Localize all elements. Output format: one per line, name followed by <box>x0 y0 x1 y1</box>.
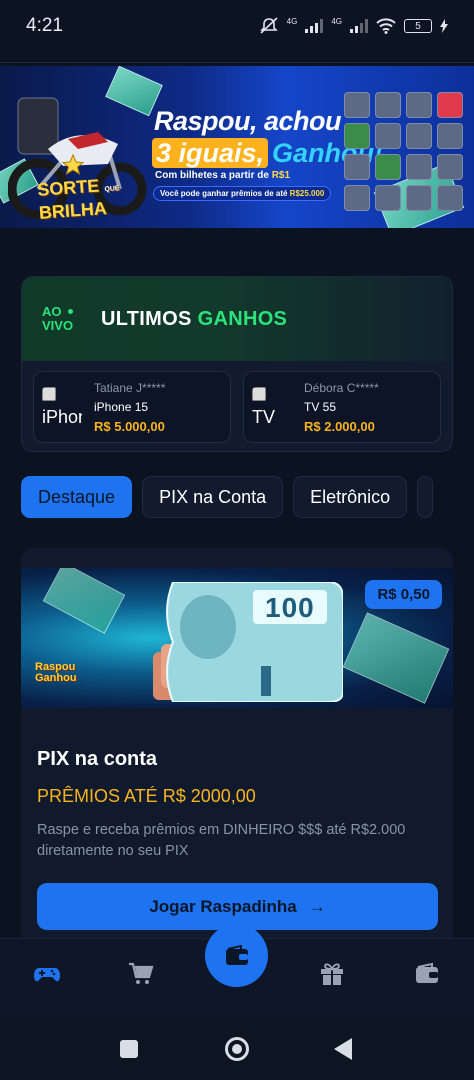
subtitle-prefix: Com bilhetes a partir de <box>155 170 272 181</box>
live-dot-icon <box>68 309 73 314</box>
tab-destaque[interactable]: Destaque <box>21 476 133 518</box>
winner-card: TV Débora C***** TV 55 R$ 2.000,00 <box>243 371 441 443</box>
raspou-ganhou-logo: Raspou Ganhou <box>35 662 77 684</box>
product-prize: PRÊMIOS ATÉ R$ 2000,00 <box>37 786 256 806</box>
winner-name: Tatiane J***** <box>94 380 166 395</box>
money-note-decoration <box>42 568 126 634</box>
winner-product: TV 55 <box>304 399 337 414</box>
category-tabs: Destaque PIX na Conta Eletrônico <box>21 476 434 518</box>
tab-eletronico[interactable]: Eletrônico <box>293 476 408 518</box>
muted-bell-icon <box>259 17 278 34</box>
winners-header: AO VIVO ULTIMOS GANHOS <box>22 277 452 361</box>
product-banner-image: 100 Raspou Ganhou R$ 0,50 <box>21 568 453 708</box>
recent-winners-panel: AO VIVO ULTIMOSGANHOS iPhone Tatiane J**… <box>21 276 453 452</box>
system-navigation-bar <box>0 1018 474 1080</box>
header-divider <box>0 62 474 63</box>
winner-value: R$ 5.000,00 <box>94 418 165 434</box>
live-line-2: VIVO <box>42 318 74 333</box>
battery-icon: 5 <box>404 19 432 33</box>
wifi-icon <box>376 18 396 34</box>
signal-icon-2 <box>350 19 368 33</box>
product-image-alt: TV <box>252 407 276 427</box>
bill-value-text: 100 <box>265 592 315 623</box>
product-image: TV <box>252 387 292 427</box>
banner-highlight: 3 iguais, <box>152 138 269 168</box>
wallet-icon <box>225 944 248 965</box>
product-image-alt: iPhone <box>42 407 82 427</box>
price-badge: R$ 0,50 <box>365 580 442 609</box>
play-scratch-button[interactable]: Jogar Raspadinha → <box>37 883 438 930</box>
product-description: Raspe e receba prêmios em DINHEIRO $$$ a… <box>37 822 406 859</box>
status-time: 4:21 <box>26 15 63 36</box>
pill-value: R$25.000 <box>289 189 325 198</box>
brand-line-2: Ganhou <box>35 672 77 684</box>
winner-value: R$ 2.000,00 <box>304 418 375 434</box>
winner-name: Débora C***** <box>304 380 379 395</box>
gift-icon[interactable] <box>319 961 345 987</box>
logo-line-1: SORTE <box>36 175 100 200</box>
broken-image-icon <box>42 387 56 401</box>
cart-icon[interactable] <box>128 961 154 987</box>
logo-small: QUE <box>104 185 120 194</box>
status-bar: 4:21 4G 4G 5 <box>0 0 474 52</box>
star-icon <box>62 154 84 176</box>
tab-pix-na-conta[interactable]: PIX na Conta <box>142 476 284 518</box>
banner-title: Raspou, achou <box>154 106 342 136</box>
sorte-brilha-logo: SORTE QUE BRILHA <box>36 175 122 223</box>
home-button[interactable] <box>225 1037 249 1061</box>
logo-line-2: BRILHA <box>38 198 108 223</box>
winners-title-highlight: GANHOS <box>197 307 288 330</box>
money-note-decoration <box>342 612 450 704</box>
winner-product: iPhone 15 <box>94 399 149 414</box>
broken-image-icon <box>252 387 266 401</box>
winner-info: Débora C***** TV 55 R$ 2.000,00 <box>304 381 379 434</box>
live-indicator: AO VIVO <box>42 305 82 333</box>
back-button[interactable] <box>334 1038 352 1060</box>
winners-list: iPhone Tatiane J***** iPhone 15 R$ 5.000… <box>22 361 452 451</box>
wallet-icon[interactable] <box>414 961 440 987</box>
product-image: iPhone <box>42 387 82 427</box>
product-title: PIX na conta <box>37 748 158 770</box>
banner-subtitle: Com bilhetes a partir de R$1 <box>155 170 290 181</box>
pill-prefix: Você pode ganhar prêmios de até <box>160 189 290 198</box>
promo-banner[interactable]: SORTE QUE BRILHA Raspou, achou 3 iguais,… <box>0 66 474 228</box>
live-line-1: AO <box>42 304 62 319</box>
scratch-card-product: 100 Raspou Ganhou R$ 0,50 PIX na conta P… <box>21 548 453 948</box>
winners-title: ULTIMOS GANHOS <box>101 308 287 331</box>
play-button-label: Jogar Raspadinha <box>149 896 297 916</box>
network-label-1: 4G <box>286 16 298 26</box>
tab-overflow[interactable] <box>417 476 434 518</box>
gamepad-icon[interactable] <box>34 961 60 987</box>
subtitle-value: R$1 <box>271 170 291 181</box>
wallet-fab-button[interactable] <box>205 924 268 987</box>
status-icons: 4G 4G 5 <box>259 17 448 35</box>
winners-title-text: ULTIMOS <box>101 307 192 330</box>
arrow-right-icon: → <box>308 896 326 916</box>
recent-apps-button[interactable] <box>120 1040 138 1058</box>
network-label-2: 4G <box>331 16 342 26</box>
signal-icon <box>305 19 324 33</box>
winner-card: iPhone Tatiane J***** iPhone 15 R$ 5.000… <box>33 371 231 443</box>
charging-bolt-icon <box>440 19 448 33</box>
winner-info: Tatiane J***** iPhone 15 R$ 5.000,00 <box>94 381 165 434</box>
scratch-grid-illustration <box>344 92 463 211</box>
banner-max-prize-pill: Você pode ganhar prêmios de até R$25.000 <box>153 186 332 201</box>
